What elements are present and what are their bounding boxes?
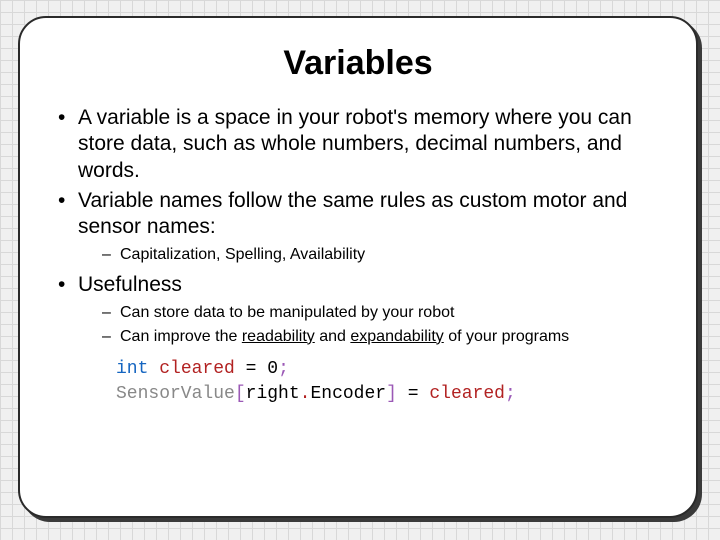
sub-list-3: Can store data to be manipulated by your…: [78, 302, 660, 347]
code-example: int cleared = 0; SensorValue[right.Encod…: [116, 357, 660, 406]
slide-card: Variables A variable is a space in your …: [18, 16, 698, 518]
bullet-item-1: A variable is a space in your robot's me…: [56, 105, 660, 184]
code-arg: right: [246, 384, 300, 404]
code-operator: =: [246, 359, 257, 379]
code-space: [235, 359, 246, 379]
sub-text: Can store data to be manipulated by your…: [120, 304, 454, 321]
code-semicolon: ;: [278, 359, 289, 379]
bullet-text: A variable is a space in your robot's me…: [78, 106, 632, 182]
code-bracket: [: [235, 384, 246, 404]
code-space: [419, 384, 430, 404]
code-operator: =: [408, 384, 419, 404]
sub-text-part: Can improve the: [120, 328, 242, 345]
sub-list-2: Capitalization, Spelling, Availability: [78, 244, 660, 266]
sub-text-part: and: [315, 328, 351, 345]
bullet-text: Variable names follow the same rules as …: [78, 189, 627, 238]
code-dot: .: [300, 384, 311, 404]
code-identifier: cleared: [429, 384, 505, 404]
code-space: [148, 359, 159, 379]
code-keyword: int: [116, 359, 148, 379]
code-semicolon: ;: [505, 384, 516, 404]
sub-item: Can improve the readability and expandab…: [78, 326, 660, 348]
code-space: [397, 384, 408, 404]
slide-title: Variables: [56, 44, 660, 83]
code-number: 0: [267, 359, 278, 379]
sub-text-part: of your programs: [444, 328, 569, 345]
bullet-item-2: Variable names follow the same rules as …: [56, 188, 660, 266]
code-identifier: cleared: [159, 359, 235, 379]
bullet-item-3: Usefulness Can store data to be manipula…: [56, 272, 660, 347]
underlined-word: expandability: [350, 328, 443, 345]
code-bracket: ]: [386, 384, 397, 404]
underlined-word: readability: [242, 328, 315, 345]
bullet-text: Usefulness: [78, 273, 182, 296]
code-function: SensorValue: [116, 384, 235, 404]
sub-item: Capitalization, Spelling, Availability: [78, 244, 660, 266]
sub-text: Capitalization, Spelling, Availability: [120, 246, 365, 263]
code-arg: Encoder: [310, 384, 386, 404]
code-space: [256, 359, 267, 379]
bullet-list: A variable is a space in your robot's me…: [56, 105, 660, 347]
sub-item: Can store data to be manipulated by your…: [78, 302, 660, 324]
